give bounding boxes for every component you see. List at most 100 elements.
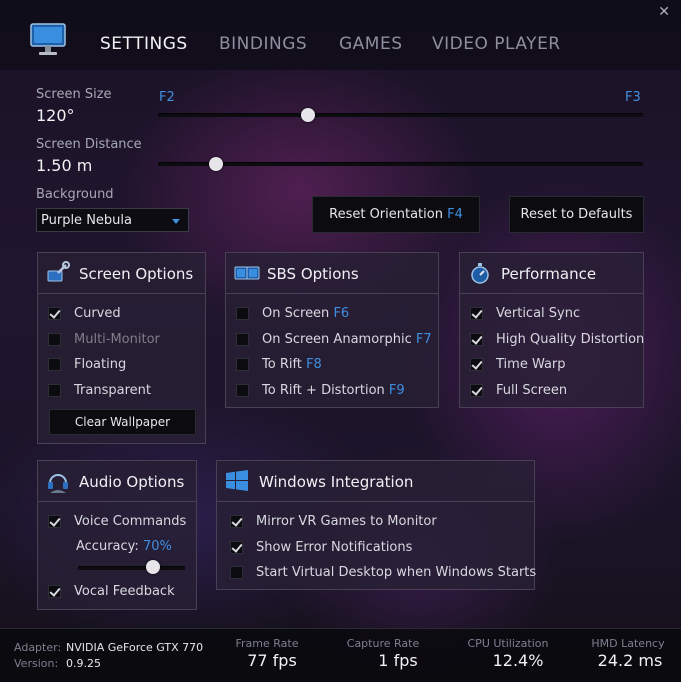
screen-options-panel: Screen Options Curved Multi-Monitor Floa… — [37, 252, 206, 444]
checkbox-box[interactable] — [236, 333, 249, 346]
audio-options-header: Audio Options — [38, 461, 196, 502]
chevron-down-icon — [172, 219, 180, 224]
checkbox-box[interactable] — [48, 307, 61, 320]
accuracy-label: Accuracy: — [76, 539, 139, 554]
reset-defaults-button[interactable]: Reset to Defaults — [509, 196, 644, 233]
checkbox-label: Mirror VR Games to Monitor — [256, 514, 437, 529]
checkbox-box[interactable] — [236, 307, 249, 320]
frame-rate-value: 77 fps — [247, 651, 297, 670]
performance-panel: Performance Vertical Sync High Quality D… — [459, 252, 644, 408]
checkbox-label: Start Virtual Desktop when Windows Start… — [256, 565, 537, 580]
hotkey-label: F9 — [388, 383, 405, 398]
checkbox-label: On Screen Anamorphic — [262, 332, 412, 347]
tab-settings[interactable]: SETTINGS — [100, 34, 188, 54]
close-icon[interactable]: ✕ — [658, 4, 670, 20]
checkbox-label: Full Screen — [496, 383, 568, 398]
version-label: Version: — [14, 657, 59, 670]
screen-distance-slider-thumb[interactable] — [209, 157, 224, 171]
version-value: 0.9.25 — [66, 657, 101, 670]
checkbox-label: To Rift + Distortion — [262, 383, 385, 398]
background-label: Background — [36, 187, 114, 202]
checkbox-label: On Screen — [262, 306, 330, 321]
checkbox-box[interactable] — [470, 333, 483, 346]
background-selected-value: Purple Nebula — [41, 213, 132, 228]
performance-title: Performance — [501, 265, 597, 283]
checkbox-label: Vertical Sync — [496, 306, 581, 321]
screen-distance-value: 1.50 m — [36, 156, 93, 175]
capture-rate-label: Capture Rate — [346, 637, 420, 650]
reset-orientation-label: Reset Orientation — [329, 207, 443, 222]
windows-integration-title: Windows Integration — [259, 473, 414, 491]
checkbox-label: Floating — [74, 357, 127, 372]
checkbox-label: Time Warp — [496, 357, 566, 372]
screen-size-max-key: F3 — [625, 90, 641, 105]
hotkey-label: F6 — [333, 306, 350, 321]
accuracy-value: 70% — [142, 539, 172, 554]
accuracy-slider-track[interactable] — [78, 566, 185, 570]
reset-orientation-key: F4 — [447, 207, 463, 222]
audio-options-title: Audio Options — [79, 473, 185, 491]
screen-options-header: Screen Options — [38, 253, 205, 294]
adapter-value: NVIDIA GeForce GTX 770 — [66, 641, 204, 654]
screen-size-label: Screen Size — [36, 87, 112, 102]
background-dropdown[interactable]: Purple Nebula — [36, 208, 189, 232]
screen-size-value: 120° — [36, 106, 75, 125]
performance-header: Performance — [460, 253, 643, 294]
checkbox-box[interactable] — [470, 307, 483, 320]
checkbox-label: Vocal Feedback — [74, 584, 175, 599]
checkbox-box[interactable] — [470, 384, 483, 397]
adapter-label: Adapter: — [14, 641, 62, 654]
tab-bindings[interactable]: BINDINGS — [219, 34, 307, 54]
screen-size-slider-thumb[interactable] — [301, 108, 316, 122]
clear-wallpaper-button[interactable]: Clear Wallpaper — [49, 409, 196, 435]
checkbox-box[interactable] — [236, 358, 249, 371]
reset-orientation-button[interactable]: Reset Orientation F4 — [312, 196, 480, 233]
sbs-options-title: SBS Options — [267, 265, 359, 283]
sbs-options-panel: SBS Options On Screen F6 On Screen Anamo… — [225, 252, 439, 408]
screen-options-title: Screen Options — [79, 265, 194, 283]
checkbox-box[interactable] — [230, 541, 243, 554]
sbs-screens-icon — [234, 261, 260, 285]
checkbox-box[interactable] — [230, 515, 243, 528]
sbs-options-header: SBS Options — [226, 253, 438, 294]
windows-integration-header: Windows Integration — [217, 461, 534, 502]
checkbox-label: Transparent — [74, 383, 151, 398]
screen-wrench-icon — [46, 261, 70, 285]
hmd-latency-label: HMD Latency — [591, 637, 665, 650]
checkbox-box[interactable] — [236, 384, 249, 397]
capture-rate-value: 1 fps — [378, 651, 418, 670]
monitor-logo-icon — [28, 20, 68, 60]
checkbox-box[interactable] — [470, 358, 483, 371]
cpu-utilization-label: CPU Utilization — [467, 637, 549, 650]
checkbox-label: High Quality Distortion — [496, 332, 645, 347]
checkbox-box[interactable] — [48, 384, 61, 397]
frame-rate-label: Frame Rate — [235, 637, 299, 650]
checkbox-box[interactable] — [48, 585, 61, 598]
screen-distance-label: Screen Distance — [36, 137, 142, 152]
audio-options-panel: Audio Options Voice Commands Accuracy: 7… — [37, 460, 197, 610]
screen-distance-slider-track[interactable] — [158, 162, 643, 166]
checkbox-box[interactable] — [48, 358, 61, 371]
screen-size-min-key: F2 — [159, 90, 175, 105]
checkbox-label: Voice Commands — [74, 514, 187, 529]
stopwatch-icon — [468, 261, 492, 285]
accuracy-readout: Accuracy: 70% — [76, 539, 172, 554]
hmd-latency-value: 24.2 ms — [597, 651, 663, 670]
checkbox-label: Curved — [74, 306, 121, 321]
windows-integration-panel: Windows Integration Mirror VR Games to M… — [216, 460, 537, 590]
headset-icon — [46, 469, 70, 493]
hotkey-label: F8 — [306, 357, 322, 372]
tab-video-player[interactable]: VIDEO PLAYER — [432, 34, 561, 54]
checkbox-box[interactable] — [48, 515, 61, 528]
checkbox-box[interactable] — [230, 566, 243, 579]
windows-logo-icon — [225, 469, 249, 493]
accuracy-slider-thumb[interactable] — [145, 560, 160, 574]
checkbox-label: Show Error Notifications — [256, 540, 413, 555]
checkbox-label: Multi-Monitor — [74, 332, 160, 347]
screen-size-slider-track[interactable] — [158, 113, 643, 117]
tab-games[interactable]: GAMES — [339, 34, 403, 54]
checkbox-box — [48, 333, 61, 346]
checkbox-label: To Rift — [262, 357, 302, 372]
hotkey-label: F7 — [415, 332, 432, 347]
cpu-utilization-value: 12.4% — [492, 651, 544, 670]
